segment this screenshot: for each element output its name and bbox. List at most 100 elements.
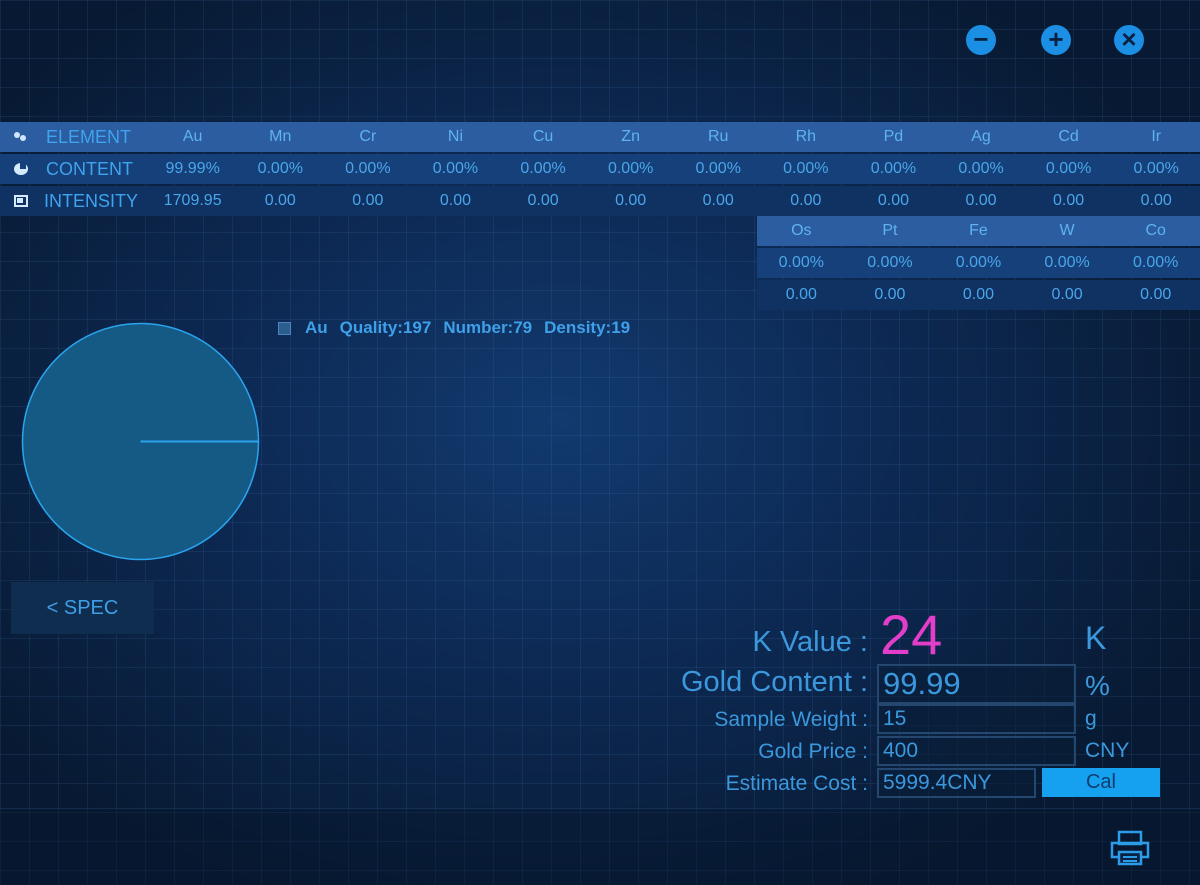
element-cell: Cr: [359, 128, 377, 145]
content-row: CONTENT 99.99% 0.00% 0.00% 0.00% 0.00% 0.00% 0…: [0, 154, 1200, 184]
gold-price-unit: CNY: [1085, 739, 1130, 762]
intensity-cell: 0.00: [352, 192, 384, 209]
element-cell: Ir: [1151, 128, 1162, 145]
element-row: ELEMENT Au Mn Cr Ni Cu Zn Ru Rh Pd Ag Cd Ir: [0, 122, 1200, 152]
element-cell: Ru: [708, 128, 729, 145]
element-table: ELEMENT Au Mn Cr Ni Cu Zn Ru Rh Pd Ag Cd Ir CONTENT…: [0, 122, 1200, 216]
gold-content-label: Gold Content :: [681, 666, 868, 698]
content-row-label: CONTENT: [0, 159, 149, 180]
content-row-secondary: 0.00% 0.00% 0.00% 0.00% 0.00%: [757, 248, 1200, 278]
intensity-cell: 0.00: [527, 192, 559, 209]
element-row-secondary: Os Pt Fe W Co: [757, 216, 1200, 246]
intensity-cell: 0.00: [790, 192, 822, 209]
intensity-cell: 0.00: [785, 286, 817, 303]
content-cell: 0.00%: [607, 160, 654, 177]
content-cell: 0.00%: [1132, 254, 1179, 271]
molecule-icon: [14, 131, 28, 143]
element-cell: Cu: [532, 128, 554, 145]
intensity-cells: 1709.95 0.00 0.00 0.00 0.00 0.00 0.00 0.00 0.00 0…: [149, 192, 1200, 210]
content-cell: 0.00%: [867, 254, 913, 271]
element-cell: Rh: [795, 128, 817, 145]
element-cell: Cd: [1058, 128, 1079, 145]
close-icon: ×: [1121, 24, 1137, 54]
intensity-cell: 0.00: [615, 192, 647, 209]
element-cell: Au: [182, 128, 203, 145]
element-cell: Ag: [971, 128, 991, 145]
content-cell: 0.00%: [1044, 254, 1090, 271]
content-cell: 0.00%: [955, 254, 1002, 271]
gold-price-label: Gold Price :: [758, 740, 868, 763]
intensity-cell: 0.00: [264, 192, 296, 209]
intensity-cells-secondary: 0.00 0.00 0.00 0.00 0.00: [757, 286, 1200, 304]
content-cell: 99.99%: [165, 160, 220, 177]
element-cell: W: [1059, 222, 1075, 239]
element-table-secondary: Os Pt Fe W Co 0.00% 0.00% 0.00% 0.00% 0.00% 0.00…: [757, 216, 1200, 310]
intensity-cell: 0.00: [439, 192, 472, 209]
k-value-label: K Value :: [752, 626, 868, 658]
legend-element: Au: [305, 318, 328, 337]
intensity-row-secondary: 0.00 0.00 0.00 0.00 0.00: [757, 280, 1200, 310]
close-button[interactable]: ×: [1114, 25, 1144, 55]
gold-content-field[interactable]: 99.99: [877, 664, 1076, 704]
legend-swatch: [278, 321, 291, 335]
content-cell: 0.00%: [345, 160, 391, 177]
element-cell: Os: [791, 222, 812, 239]
minus-icon: −: [973, 24, 989, 54]
element-cells-secondary: Os Pt Fe W Co: [757, 222, 1200, 240]
intensity-cell: 0.00: [1051, 286, 1083, 303]
content-cell: 0.00%: [695, 160, 741, 177]
legend-quality: Quality:197: [339, 318, 432, 337]
element-cell: Mn: [269, 128, 292, 145]
content-cell: 0.00%: [783, 160, 829, 177]
element-cell: Fe: [969, 222, 988, 239]
element-cell: Zn: [621, 128, 640, 145]
cal-button[interactable]: Cal: [1042, 768, 1160, 797]
legend-number: Number:79: [443, 318, 533, 337]
intensity-cell: 0.00: [874, 286, 906, 303]
intensity-cell: 0.00: [877, 192, 909, 209]
estimate-cost-field[interactable]: 5999.4CNY: [877, 768, 1036, 798]
intensity-cell: 0.00: [965, 192, 997, 209]
pie-icon: [14, 163, 28, 175]
intensity-cell: 0.00: [702, 192, 734, 209]
pie-legend: Au Quality:197 Number:79 Density:19: [278, 318, 642, 338]
bottom-bar: [0, 808, 1200, 885]
content-cell: 0.00%: [870, 160, 917, 177]
content-cell: 0.00%: [520, 160, 566, 177]
element-cell: Pd: [883, 128, 904, 145]
maximize-button[interactable]: +: [1041, 25, 1071, 55]
plus-icon: +: [1048, 24, 1064, 54]
intensity-cell: 1709.95: [163, 192, 222, 209]
legend-density: Density:19: [544, 318, 631, 337]
k-unit: K: [1085, 620, 1107, 656]
content-cell: 0.00%: [257, 160, 303, 177]
gold-price-field[interactable]: 400: [877, 736, 1076, 766]
content-cell: 0.00%: [432, 160, 479, 177]
estimate-cost-label: Estimate Cost :: [725, 772, 868, 795]
element-label: ELEMENT: [46, 126, 132, 147]
content-cell: 0.00%: [1045, 160, 1092, 177]
spec-button[interactable]: < SPEC: [11, 582, 154, 634]
intensity-cell: 0.00: [1140, 286, 1172, 303]
intensity-cell: 0.00: [962, 286, 995, 303]
intensity-cell: 0.00: [1053, 192, 1085, 209]
element-cell: Co: [1145, 222, 1166, 239]
element-cell: Ni: [447, 128, 463, 145]
printer-icon[interactable]: [1110, 830, 1150, 866]
element-cells: Au Mn Cr Ni Cu Zn Ru Rh Pd Ag Cd Ir: [149, 128, 1200, 146]
element-cell: Pt: [882, 222, 898, 239]
k-value: 24: [880, 603, 943, 666]
composition-pie: [21, 322, 260, 561]
sample-weight-unit: g: [1085, 707, 1097, 730]
intensity-cell: 0.00: [1140, 192, 1172, 209]
intensity-row: INTENSITY 1709.95 0.00 0.00 0.00 0.00 0.00 0.0…: [0, 186, 1200, 216]
minimize-button[interactable]: −: [966, 25, 996, 55]
sample-weight-label: Sample Weight :: [714, 708, 868, 731]
intensity-icon: [14, 195, 28, 207]
content-cells-secondary: 0.00% 0.00% 0.00% 0.00% 0.00%: [757, 254, 1200, 272]
intensity-label: INTENSITY: [44, 190, 139, 211]
element-row-label: ELEMENT: [0, 127, 149, 148]
content-label: CONTENT: [46, 158, 133, 179]
content-cell: 0.00%: [958, 160, 1004, 177]
sample-weight-field[interactable]: 15: [877, 704, 1076, 734]
